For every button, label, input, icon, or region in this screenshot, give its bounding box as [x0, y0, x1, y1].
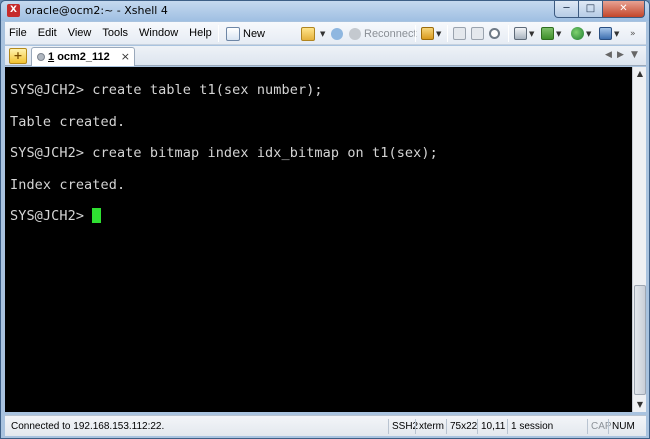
copy-button[interactable] [453, 25, 466, 42]
status-sessions: 1 session [507, 419, 556, 434]
script-button[interactable]: ▼ [599, 25, 619, 42]
chevron-down-icon[interactable]: ▼ [436, 30, 441, 38]
reconnect-button[interactable]: Reconnect [349, 25, 417, 42]
chevron-down-icon[interactable]: ▼ [320, 30, 325, 38]
link-icon [331, 27, 343, 40]
toolbar-separator [508, 25, 509, 42]
status-num-lock: NUM [608, 419, 638, 434]
transfer-button[interactable]: ▼ [541, 25, 561, 42]
minimize-button[interactable]: ─ [554, 1, 579, 18]
globe-button[interactable]: ▼ [571, 25, 591, 42]
search-icon [489, 28, 500, 39]
toolbar-separator [415, 25, 416, 42]
paste-icon [471, 27, 484, 40]
title-bar[interactable]: X oracle@ocm2:~ - Xshell 4 ─ □ ✕ [1, 1, 649, 21]
scroll-down-icon[interactable]: ▼ [634, 398, 646, 412]
menu-view[interactable]: View [68, 27, 92, 39]
properties-icon [421, 27, 434, 40]
connect-button[interactable] [331, 25, 346, 42]
tab-label: 1 ocm2_112 [48, 51, 110, 63]
new-session-icon [226, 26, 240, 41]
tab-scroll-left-icon[interactable]: ◀ [605, 50, 612, 60]
terminal-line: SYS@JCH2> create table t1(sex number); [10, 82, 323, 98]
toolbar-separator [218, 25, 219, 42]
status-bar: Connected to 192.168.153.112:22. SSH2 xt… [5, 415, 646, 436]
tab-close-icon[interactable]: × [121, 50, 130, 63]
status-cursor-position: 10,11 [477, 419, 508, 434]
terminal-line: SYS@JCH2> create bitmap index idx_bitmap… [10, 145, 438, 161]
status-size: 75x22 [446, 419, 480, 434]
find-button[interactable] [489, 25, 500, 42]
menu-window[interactable]: Window [139, 27, 178, 39]
toolbar-separator [447, 25, 448, 42]
script-icon [599, 27, 612, 40]
session-tab-bar: + 1 ocm2_112 × ◀ ▶ ▼ [5, 46, 646, 66]
menu-toolbar-bar: File Edit View Tools Window Help New ▼ R… [5, 22, 646, 45]
connection-status: Connected to 192.168.153.112:22. [11, 421, 165, 432]
chevron-down-icon[interactable]: ▼ [586, 30, 591, 38]
menu-bar: File Edit View Tools Window Help [9, 27, 223, 39]
reconnect-label: Reconnect [364, 27, 417, 40]
globe-icon [571, 27, 584, 40]
terminal-line: Table created. [10, 114, 126, 130]
properties-button[interactable]: ▼ [421, 25, 441, 42]
xshell-window: X oracle@ocm2:~ - Xshell 4 ─ □ ✕ File Ed… [0, 0, 650, 439]
scrollbar-thumb[interactable] [634, 285, 646, 395]
open-folder-button[interactable]: ▼ [301, 25, 325, 42]
chevron-down-icon[interactable]: ▼ [614, 30, 619, 38]
scroll-up-icon[interactable]: ▲ [634, 67, 646, 81]
tab-list-icon[interactable]: ▼ [631, 50, 638, 60]
terminal-prompt-line: SYS@JCH2> [10, 208, 102, 224]
menu-file[interactable]: File [9, 27, 27, 39]
tab-scroll-right-icon[interactable]: ▶ [617, 50, 624, 60]
chevron-down-icon[interactable]: ▼ [529, 30, 534, 38]
window-controls: ─ □ ✕ [554, 1, 645, 18]
menu-edit[interactable]: Edit [38, 27, 57, 39]
tab-ocm2-112[interactable]: 1 ocm2_112 × [31, 47, 135, 66]
menu-tools[interactable]: Tools [102, 27, 128, 39]
new-tab-button[interactable]: + [9, 48, 27, 64]
status-terminal-type: xterm [415, 419, 447, 434]
xshell-app-icon[interactable]: X [7, 4, 20, 17]
new-label: New [243, 27, 266, 40]
terminal-view[interactable]: SYS@JCH2> create table t1(sex number); T… [5, 67, 632, 412]
terminal-cursor [92, 208, 102, 223]
window-title: oracle@ocm2:~ - Xshell 4 [25, 4, 168, 17]
new-session-button[interactable]: New [226, 25, 265, 42]
print-button[interactable]: ▼ [514, 25, 534, 42]
chevron-down-icon[interactable]: ▼ [556, 30, 561, 38]
terminal-line: Index created. [10, 177, 126, 193]
toolbar-overflow-icon[interactable]: » [630, 25, 636, 42]
copy-icon [453, 27, 466, 40]
reconnect-icon [349, 27, 361, 40]
terminal-prompt: SYS@JCH2> [10, 208, 93, 224]
maximize-button[interactable]: □ [579, 1, 603, 18]
close-button[interactable]: ✕ [603, 1, 645, 18]
menu-help[interactable]: Help [189, 27, 212, 39]
printer-icon [514, 27, 527, 40]
session-status-icon [37, 53, 45, 61]
paste-button[interactable] [471, 25, 484, 42]
vertical-scrollbar[interactable]: ▲ ▼ [632, 67, 646, 412]
folder-icon [301, 26, 315, 41]
transfer-icon [541, 27, 554, 40]
